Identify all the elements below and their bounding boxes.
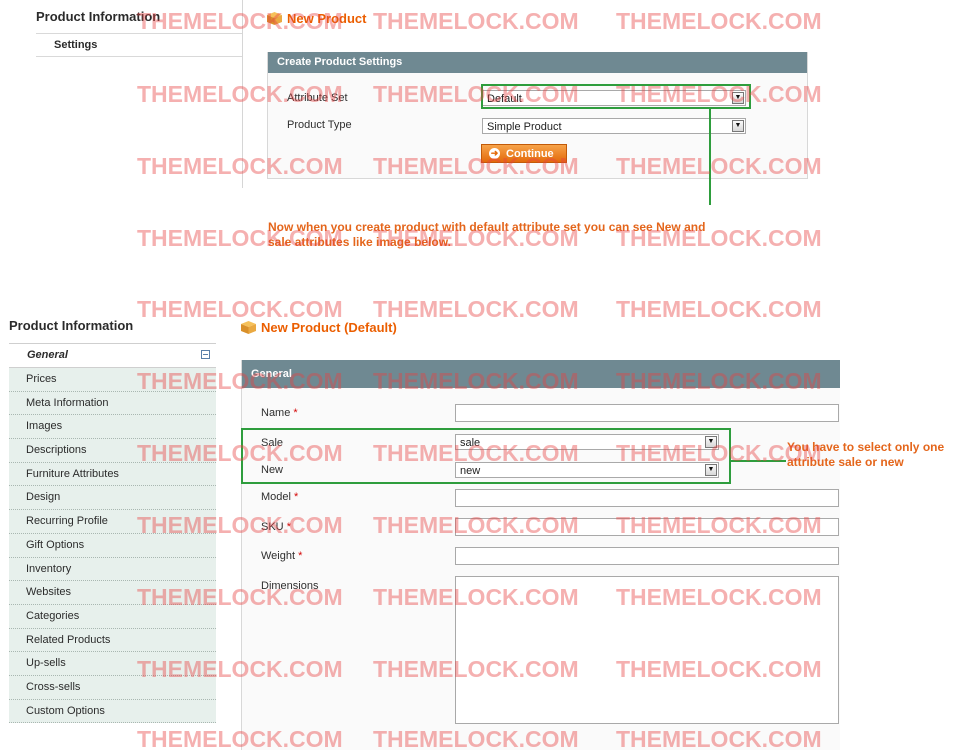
sidebar-item-label: Cross-sells	[26, 680, 81, 693]
tab-general-label: General	[27, 349, 68, 361]
sidebar-item-websites[interactable]: Websites	[9, 581, 216, 605]
sidebar-item-inventory[interactable]: Inventory	[9, 557, 216, 582]
sidebar-item-custom-options[interactable]: Custom Options	[9, 699, 216, 724]
required-mark: *	[298, 550, 303, 562]
sidebar-item-label: Recurring Profile	[26, 515, 108, 528]
annotation-text: Now when you create product with default…	[268, 220, 706, 249]
box-header: General	[242, 360, 840, 388]
highlight-connector	[731, 460, 786, 462]
sidebar-item-related-products[interactable]: Related Products	[9, 628, 216, 653]
sku-label-text: SKU	[261, 521, 284, 533]
product-cube-icon	[267, 12, 282, 25]
sidebar-tabs: General Prices Meta Information Images D…	[9, 343, 216, 724]
model-field[interactable]	[455, 489, 839, 507]
sidebar-item-meta-information[interactable]: Meta Information	[9, 391, 216, 416]
sidebar-item-label: Images	[26, 420, 63, 433]
sidebar-item-gift-options[interactable]: Gift Options	[9, 533, 216, 558]
sidebar-item-design[interactable]: Design	[9, 486, 216, 511]
annotation-text: You have to select only one attribute sa…	[787, 440, 945, 469]
sidebar-item-label: Design	[26, 491, 61, 504]
required-mark: *	[293, 407, 298, 419]
watermark-text: THEMELOCK.COM	[616, 296, 822, 322]
product-type-label: Product Type	[287, 119, 352, 131]
tab-settings-label: Settings	[54, 39, 98, 51]
name-label: Name *	[261, 407, 298, 419]
sku-label: SKU *	[261, 521, 291, 533]
sidebar-title: Product Information	[36, 9, 161, 24]
continue-button-label: Continue	[506, 147, 554, 160]
tab-general[interactable]: General	[9, 343, 216, 368]
model-label: Model *	[261, 491, 298, 503]
sidebar-item-descriptions[interactable]: Descriptions	[9, 439, 216, 463]
weight-field[interactable]	[455, 547, 839, 565]
continue-button[interactable]: ➜ Continue	[481, 144, 567, 163]
dimensions-textarea[interactable]	[455, 576, 839, 724]
box-header: Create Product Settings	[268, 52, 807, 73]
sidebar-item-categories[interactable]: Categories	[9, 604, 216, 629]
attribute-set-label: Attribute Set	[287, 92, 348, 104]
collapse-icon[interactable]	[201, 350, 210, 359]
page-title-text: New Product (Default)	[261, 320, 397, 335]
sidebar-item-label: Descriptions	[26, 444, 87, 457]
sidebar-item-label: Custom Options	[26, 704, 105, 717]
required-mark: *	[294, 491, 299, 503]
sku-field[interactable]	[455, 518, 839, 536]
name-label-text: Name	[261, 407, 291, 419]
arrow-right-icon: ➜	[489, 148, 500, 159]
product-cube-icon	[241, 321, 256, 334]
page-title: New Product	[267, 11, 366, 26]
model-label-text: Model	[261, 491, 291, 503]
sidebar-item-label: Prices	[26, 373, 57, 385]
sidebar-item-recurring-profile[interactable]: Recurring Profile	[9, 510, 216, 534]
name-field[interactable]	[455, 404, 839, 422]
page-title-text: New Product	[287, 11, 367, 26]
highlight-box	[241, 428, 731, 484]
product-type-value: Simple Product	[487, 121, 562, 133]
sidebar-item-prices[interactable]: Prices	[9, 368, 216, 392]
product-type-select[interactable]: Simple Product ▼	[482, 118, 746, 134]
sidebar-item-label: Inventory	[26, 562, 72, 575]
highlight-box	[481, 84, 751, 109]
chevron-down-icon[interactable]: ▼	[732, 120, 744, 132]
required-mark: *	[286, 521, 291, 533]
dimensions-label: Dimensions	[261, 580, 319, 592]
sidebar-item-cross-sells[interactable]: Cross-sells	[9, 675, 216, 700]
sidebar-item-label: Gift Options	[26, 538, 85, 551]
sidebar-item-label: Websites	[26, 586, 72, 599]
sidebar-item-label: Categories	[26, 609, 80, 622]
sidebar-item-label: Related Products	[26, 633, 111, 646]
sidebar-divider	[242, 0, 243, 188]
watermark-text: THEMELOCK.COM	[373, 8, 579, 34]
sidebar-item-up-sells[interactable]: Up-sells	[9, 652, 216, 676]
tab-settings[interactable]: Settings	[36, 33, 242, 57]
sidebar-item-label: Up-sells	[26, 657, 66, 670]
highlight-connector	[709, 109, 711, 205]
watermark-text: THEMELOCK.COM	[373, 296, 579, 322]
watermark-text: THEMELOCK.COM	[616, 8, 822, 34]
sidebar-item-images[interactable]: Images	[9, 415, 216, 440]
weight-label: Weight *	[261, 550, 302, 562]
sidebar-item-label: Meta Information	[26, 396, 109, 409]
watermark-text: THEMELOCK.COM	[137, 296, 343, 322]
sidebar-title: Product Information	[9, 318, 134, 333]
weight-label-text: Weight	[261, 550, 296, 562]
page-title: New Product (Default)	[241, 320, 397, 335]
sidebar-item-label: Furniture Attributes	[26, 467, 119, 480]
sidebar-item-furniture-attributes[interactable]: Furniture Attributes	[9, 462, 216, 487]
